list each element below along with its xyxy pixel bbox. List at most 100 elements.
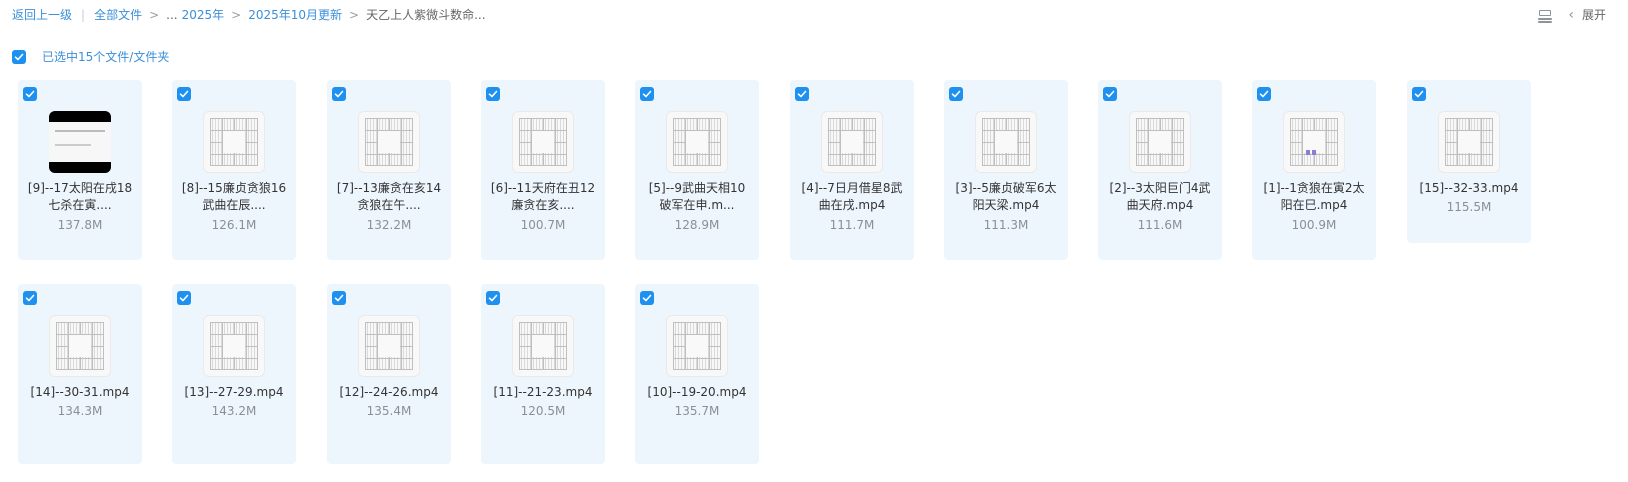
file-name: [1]--1贪狼在寅2太 阳在巳.mp4 xyxy=(1256,180,1372,214)
file-checkbox[interactable] xyxy=(486,87,500,101)
video-thumbnail xyxy=(203,315,265,377)
file-name: [10]--19-20.mp4 xyxy=(639,384,755,401)
file-checkbox[interactable] xyxy=(486,291,500,305)
file-checkbox[interactable] xyxy=(640,291,654,305)
file-name-line: [13]--27-29.mp4 xyxy=(184,385,284,399)
file-size: 120.5M xyxy=(520,404,566,418)
file-card[interactable]: [7]--13廉贪在亥14 贪狼在午.... 132.2M xyxy=(327,80,451,260)
list-view-icon[interactable] xyxy=(1538,9,1553,23)
file-checkbox[interactable] xyxy=(332,87,346,101)
file-name-line: [6]--11天府在丑12 xyxy=(490,181,596,195)
file-size: 115.5M xyxy=(1446,200,1492,214)
file-card[interactable]: [14]--30-31.mp4 134.3M xyxy=(18,284,142,464)
file-checkbox[interactable] xyxy=(177,87,191,101)
file-checkbox[interactable] xyxy=(23,87,37,101)
video-thumbnail xyxy=(49,111,111,173)
select-all-row: 已选中15个文件/文件夹 xyxy=(12,48,169,65)
video-thumbnail xyxy=(203,111,265,173)
file-name: [2]--3太阳巨门4武 曲天府.mp4 xyxy=(1102,180,1218,214)
file-card[interactable]: [13]--27-29.mp4 143.2M xyxy=(172,284,296,464)
video-thumbnail xyxy=(512,111,574,173)
video-thumbnail xyxy=(358,315,420,377)
file-checkbox[interactable] xyxy=(1103,87,1117,101)
breadcrumb-all-files[interactable]: 全部文件 xyxy=(94,7,142,23)
breadcrumb-year[interactable]: 2025年 xyxy=(182,7,225,23)
check-icon xyxy=(1105,90,1115,98)
file-name-line: [14]--30-31.mp4 xyxy=(30,385,130,399)
select-all-checkbox[interactable] xyxy=(12,49,26,64)
chevron-left-icon[interactable]: ‹ xyxy=(1568,7,1574,23)
file-name: [8]--15廉贞贪狼16 武曲在辰.... xyxy=(176,180,292,214)
chevron-right-icon: > xyxy=(149,8,160,22)
file-card[interactable]: [15]--32-33.mp4 115.5M xyxy=(1407,80,1531,243)
file-name-line: 武曲在辰.... xyxy=(202,198,266,212)
file-card[interactable]: [8]--15廉贞贪狼16 武曲在辰.... 126.1M xyxy=(172,80,296,260)
check-icon xyxy=(797,90,807,98)
view-tools: ‹ 展开 xyxy=(1538,6,1606,23)
file-size: 100.7M xyxy=(520,218,566,232)
file-size: 134.3M xyxy=(57,404,103,418)
chevron-right-icon: > xyxy=(231,8,242,22)
file-name-line: [15]--32-33.mp4 xyxy=(1419,181,1519,195)
file-card[interactable]: [4]--7日月借星8武 曲在戌.mp4 111.7M xyxy=(790,80,914,260)
file-name: [13]--27-29.mp4 xyxy=(176,384,292,401)
file-name-line: 贪狼在午.... xyxy=(357,198,421,212)
file-name-line: 阳在巳.mp4 xyxy=(1280,198,1348,212)
video-thumbnail xyxy=(821,111,883,173)
video-thumbnail xyxy=(1438,111,1500,173)
check-icon xyxy=(951,90,961,98)
file-checkbox[interactable] xyxy=(949,87,963,101)
file-card[interactable]: [10]--19-20.mp4 135.7M xyxy=(635,284,759,464)
file-card[interactable]: [3]--5廉贞破军6太 阳天梁.mp4 111.3M xyxy=(944,80,1068,260)
file-name: [5]--9武曲天相10 破军在申.m... xyxy=(639,180,755,214)
file-checkbox[interactable] xyxy=(1412,87,1426,101)
file-checkbox[interactable] xyxy=(23,291,37,305)
check-icon xyxy=(14,53,24,60)
file-size: 135.4M xyxy=(366,404,412,418)
file-size: 111.3M xyxy=(983,218,1029,232)
file-checkbox[interactable] xyxy=(795,87,809,101)
breadcrumb: 返回上一级 | 全部文件 > ... 2025年 > 2025年10月更新 > … xyxy=(12,7,486,23)
file-checkbox[interactable] xyxy=(177,291,191,305)
file-name-line: [2]--3太阳巨门4武 xyxy=(1109,181,1211,195)
file-name-line: [9]--17太阳在戌18 xyxy=(27,181,133,195)
file-checkbox[interactable] xyxy=(640,87,654,101)
file-name: [3]--5廉贞破军6太 阳天梁.mp4 xyxy=(948,180,1064,214)
file-name-line: 阳天梁.mp4 xyxy=(972,198,1040,212)
file-name-line: [11]--21-23.mp4 xyxy=(493,385,593,399)
check-icon xyxy=(179,90,189,98)
check-icon xyxy=(1414,90,1424,98)
file-name: [9]--17太阳在戌18 七杀在寅.... xyxy=(22,180,138,214)
file-size: 135.7M xyxy=(674,404,720,418)
file-name-line: [7]--13廉贪在亥14 xyxy=(336,181,442,195)
check-icon xyxy=(642,294,652,302)
breadcrumb-ellipsis[interactable]: ... xyxy=(166,7,177,23)
video-thumbnail xyxy=(666,315,728,377)
file-size: 128.9M xyxy=(674,218,720,232)
file-name: [15]--32-33.mp4 xyxy=(1411,180,1527,197)
file-checkbox[interactable] xyxy=(332,291,346,305)
file-size: 100.9M xyxy=(1291,218,1337,232)
back-link[interactable]: 返回上一级 xyxy=(12,7,72,23)
file-card[interactable]: [12]--24-26.mp4 135.4M xyxy=(327,284,451,464)
check-icon xyxy=(179,294,189,302)
file-card[interactable]: [9]--17太阳在戌18 七杀在寅.... 137.8M xyxy=(18,80,142,260)
file-card[interactable]: [6]--11天府在丑12 廉贪在亥.... 100.7M xyxy=(481,80,605,260)
file-checkbox[interactable] xyxy=(1257,87,1271,101)
file-card[interactable]: [11]--21-23.mp4 120.5M xyxy=(481,284,605,464)
file-card[interactable]: [2]--3太阳巨门4武 曲天府.mp4 111.6M xyxy=(1098,80,1222,260)
expand-button[interactable]: 展开 xyxy=(1582,6,1606,23)
file-card[interactable]: [5]--9武曲天相10 破军在申.m... 128.9M xyxy=(635,80,759,260)
file-name-line: [8]--15廉贞贪狼16 xyxy=(181,181,287,195)
check-icon xyxy=(25,294,35,302)
check-icon xyxy=(334,294,344,302)
check-icon xyxy=(25,90,35,98)
breadcrumb-divider: | xyxy=(81,8,86,22)
file-name-line: [4]--7日月借星8武 xyxy=(801,181,903,195)
breadcrumb-month[interactable]: 2025年10月更新 xyxy=(248,7,342,23)
file-name-line: 曲天府.mp4 xyxy=(1126,198,1194,212)
video-thumbnail xyxy=(1129,111,1191,173)
file-card[interactable]: [1]--1贪狼在寅2太 阳在巳.mp4 100.9M xyxy=(1252,80,1376,260)
top-bar: 返回上一级 | 全部文件 > ... 2025年 > 2025年10月更新 > … xyxy=(0,0,1628,30)
file-name-line: [1]--1贪狼在寅2太 xyxy=(1263,181,1365,195)
